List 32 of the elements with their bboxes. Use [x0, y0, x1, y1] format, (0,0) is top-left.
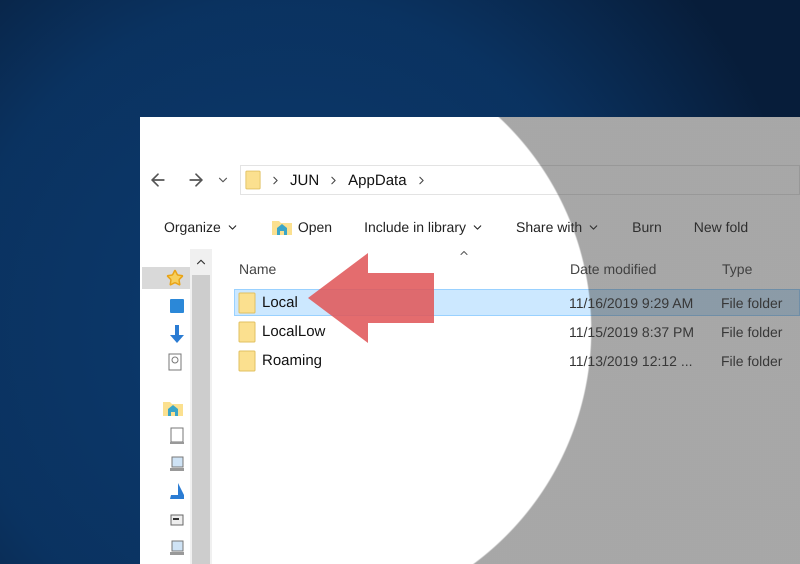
toolbar-button[interactable]: Burn	[632, 219, 662, 235]
column-header[interactable]: Date modified	[570, 261, 722, 277]
type-cell-text: File folder	[721, 294, 784, 310]
address-field[interactable]: JUN AppData	[240, 165, 800, 195]
breadcrumb[interactable]: AppData	[348, 172, 407, 188]
laptop-icon[interactable]	[170, 539, 184, 557]
type-cell-text: File folder	[721, 324, 784, 340]
download-icon[interactable]	[170, 325, 184, 343]
home-folder-icon[interactable]	[162, 399, 184, 417]
folder-icon	[245, 170, 261, 190]
folder-icon	[238, 292, 256, 314]
type-cell-text: File folder	[721, 352, 784, 368]
toolbar-button[interactable]: Include in library	[364, 219, 484, 235]
home-folder-icon	[270, 218, 293, 236]
desktop-icon[interactable]	[170, 298, 184, 314]
star-icon[interactable]	[166, 269, 184, 287]
toolbar-button[interactable]: New fold	[694, 219, 748, 235]
column-header[interactable]: Name	[239, 261, 570, 277]
file-name: LocalLow	[262, 323, 326, 340]
toolbar-button[interactable]: Organize	[164, 219, 239, 235]
file-name: Local	[262, 294, 298, 311]
toolbar-button[interactable]: Share with	[516, 219, 600, 235]
folder-icon	[238, 350, 256, 372]
column-header[interactable]: Type	[722, 261, 800, 277]
toolbar-button[interactable]: Open	[270, 218, 332, 236]
scrollbar[interactable]	[190, 249, 212, 564]
file-name: Roaming	[262, 352, 322, 369]
computer-icon[interactable]	[170, 427, 184, 445]
laptop-icon[interactable]	[170, 455, 184, 473]
folder-icon	[238, 320, 256, 342]
breadcrumb[interactable]: JUN	[290, 172, 320, 188]
documents-icon[interactable]	[168, 353, 184, 371]
